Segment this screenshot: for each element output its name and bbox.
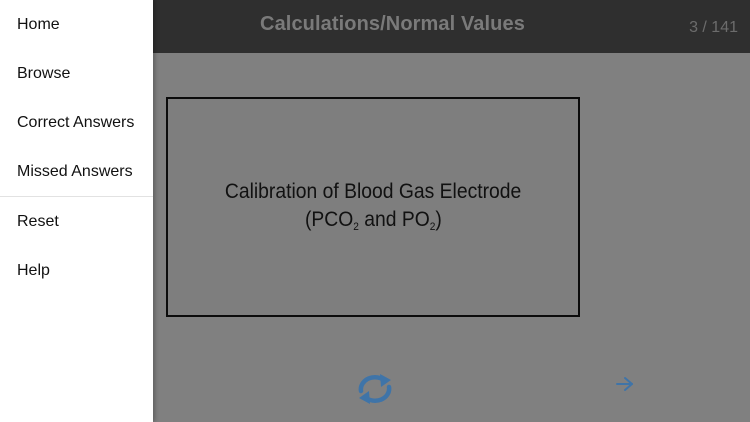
drawer-item-home[interactable]: Home (0, 0, 153, 49)
subscript: 2 (352, 221, 359, 233)
card-text-part: (PCO (304, 208, 353, 231)
refresh-icon (358, 374, 392, 404)
card-text-line-2: (PCO2 and PO2) (305, 206, 442, 234)
card-counter: 3 / 141 (689, 19, 738, 36)
drawer-item-missed-answers[interactable]: Missed Answers (0, 147, 153, 196)
subscript: 2 (429, 221, 436, 233)
flashcard[interactable]: Calibration of Blood Gas Electrode (PCO2… (166, 97, 580, 317)
next-card-button[interactable] (611, 372, 639, 396)
drawer-item-help[interactable]: Help (0, 246, 153, 295)
drawer-item-browse[interactable]: Browse (0, 49, 153, 98)
drawer-item-correct-answers[interactable]: Correct Answers (0, 98, 153, 147)
flip-card-button[interactable] (352, 371, 398, 407)
card-text-part: ) (435, 208, 442, 231)
card-text-part: and PO (358, 208, 430, 231)
card-text-line-1: Calibration of Blood Gas Electrode (224, 180, 522, 203)
drawer-item-reset[interactable]: Reset (0, 197, 153, 246)
side-drawer: Home Browse Correct Answers Missed Answe… (0, 0, 153, 422)
arrow-right-icon (616, 377, 633, 391)
page-title: Calculations/Normal Values (260, 12, 525, 35)
